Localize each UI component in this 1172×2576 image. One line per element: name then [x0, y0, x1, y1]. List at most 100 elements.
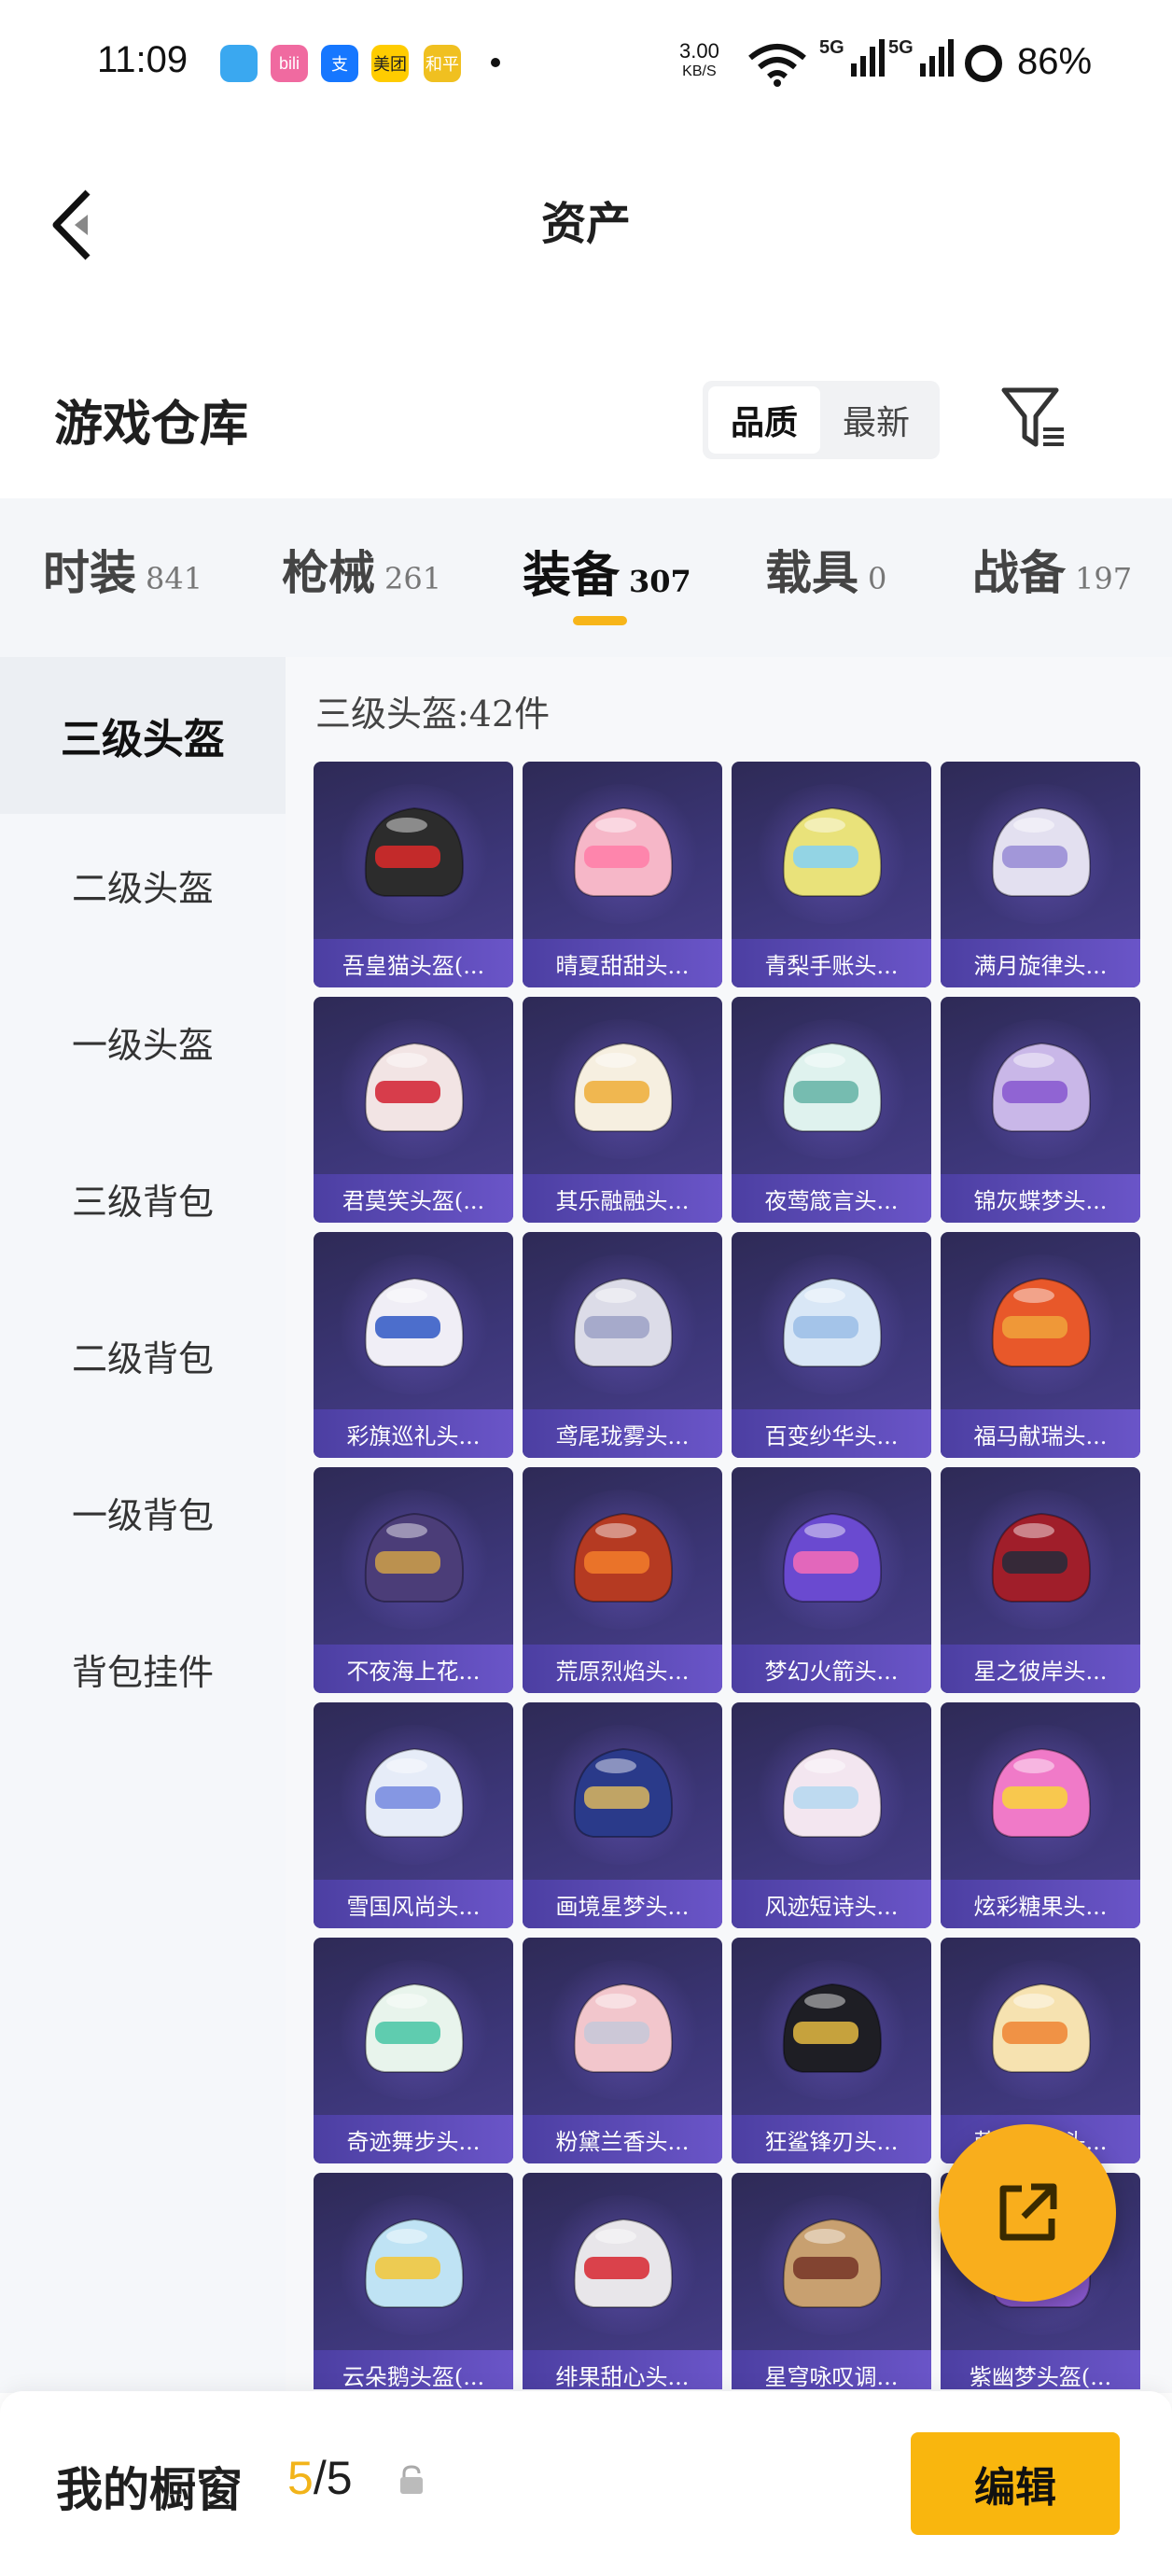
item-card[interactable]: 吾皇猫头盔(...: [314, 762, 513, 987]
showcase-count: 5/5: [287, 2451, 353, 2505]
item-card[interactable]: 鸢尾珑雾头...: [523, 1232, 722, 1458]
tab-count: 0: [868, 561, 887, 596]
helmet-icon: [573, 1042, 674, 1132]
item-card[interactable]: 风迹短诗头...: [732, 1702, 931, 1928]
item-card[interactable]: 星穹咏叹调...: [732, 2173, 931, 2389]
item-name: 画境星梦头...: [523, 1880, 722, 1928]
helmet-icon: [573, 2218, 674, 2308]
sidebar-item-0[interactable]: 三级头盔: [0, 657, 286, 814]
item-card[interactable]: 粉黛兰香头...: [523, 1938, 722, 2163]
showcase-current: 5: [287, 2452, 314, 2504]
sidebar-item-3[interactable]: 三级背包: [0, 1120, 286, 1277]
category-count: 三级头盔:42件: [315, 693, 551, 735]
item-name: 百变纱华头...: [732, 1409, 931, 1458]
edit-button[interactable]: 编辑: [911, 2432, 1120, 2535]
signal-5g-2: 5G: [888, 37, 956, 78]
helmet-icon: [782, 1042, 883, 1132]
item-name: 云朵鹅头盔(...: [314, 2350, 513, 2389]
item-card[interactable]: 云朵鹅头盔(...: [314, 2173, 513, 2389]
helmet-icon: [991, 1512, 1092, 1603]
helmet-icon: [991, 1982, 1092, 2073]
tab-count: 307: [629, 564, 691, 599]
sidebar-item-5[interactable]: 一级背包: [0, 1434, 286, 1590]
item-card[interactable]: 满月旋律头...: [941, 762, 1140, 987]
showcase-total: /5: [313, 2452, 353, 2504]
subcategory-sidebar: 三级头盔 二级头盔 一级头盔 三级背包 二级背包 一级背包 背包挂件: [0, 657, 286, 2393]
tab-3[interactable]: 载具 0: [765, 536, 886, 603]
tab-1[interactable]: 枪械 261: [282, 536, 441, 603]
tab-4[interactable]: 战备 197: [972, 536, 1132, 603]
item-name: 鸢尾珑雾头...: [523, 1409, 722, 1458]
item-card[interactable]: 彩旗巡礼头...: [314, 1232, 513, 1458]
sort-newest-button[interactable]: 最新: [820, 386, 932, 454]
item-card[interactable]: 福马献瑞头...: [941, 1232, 1140, 1458]
helmet-icon: [991, 806, 1092, 897]
helmet-icon: [782, 1277, 883, 1367]
sidebar-item-4[interactable]: 二级背包: [0, 1277, 286, 1434]
item-card[interactable]: 晴夏甜甜头...: [523, 762, 722, 987]
more-notifications-dot: [491, 58, 500, 67]
helmet-icon: [991, 1042, 1092, 1132]
tab-0[interactable]: 时装 841: [43, 536, 202, 603]
helmet-icon: [991, 1747, 1092, 1838]
helmet-icon: [782, 1747, 883, 1838]
item-card[interactable]: 画境星梦头...: [523, 1702, 722, 1928]
item-card[interactable]: 奇迹舞步头...: [314, 1938, 513, 2163]
item-name: 粉黛兰香头...: [523, 2115, 722, 2163]
sidebar-item-2[interactable]: 一级头盔: [0, 963, 286, 1120]
sort-toggle: 品质 最新: [703, 381, 940, 459]
helmet-icon: [364, 806, 465, 897]
item-card[interactable]: 锦灰蝶梦头...: [941, 997, 1140, 1223]
share-external-icon: [999, 2183, 1057, 2241]
item-name: 不夜海上花...: [314, 1645, 513, 1693]
item-card[interactable]: 雪国风尚头...: [314, 1702, 513, 1928]
item-name: 绯果甜心头...: [523, 2350, 722, 2389]
signal-5g-1-label: 5G: [819, 37, 844, 58]
item-card[interactable]: 梦幻火箭头...: [732, 1467, 931, 1693]
item-card[interactable]: 炫彩糖果头...: [941, 1702, 1140, 1928]
item-name: 锦灰蝶梦头...: [941, 1174, 1140, 1223]
helmet-icon: [573, 1747, 674, 1838]
item-name: 其乐融融头...: [523, 1174, 722, 1223]
helmet-icon: [364, 1747, 465, 1838]
tab-label: 载具: [765, 545, 858, 600]
item-name: 雪国风尚头...: [314, 1880, 513, 1928]
item-name: 风迹短诗头...: [732, 1880, 931, 1928]
item-card[interactable]: 不夜海上花...: [314, 1467, 513, 1693]
signal-bars-icon: [850, 39, 885, 77]
item-card[interactable]: 其乐融融头...: [523, 997, 722, 1223]
item-name: 奇迹舞步头...: [314, 2115, 513, 2163]
signal-bars-icon: [919, 39, 954, 77]
alipay-icon: 支: [321, 45, 358, 82]
network-speed-value: 3.00: [679, 39, 719, 63]
helmet-icon: [364, 1982, 465, 2073]
sidebar-item-6[interactable]: 背包挂件: [0, 1590, 286, 1747]
tab-2[interactable]: 装备 307: [523, 536, 691, 606]
tab-label: 装备: [523, 547, 621, 604]
item-name: 星穹咏叹调...: [732, 2350, 931, 2389]
item-name: 炫彩糖果头...: [941, 1880, 1140, 1928]
item-name: 梦幻火箭头...: [732, 1645, 931, 1693]
item-card[interactable]: 荒原烈焰头...: [523, 1467, 722, 1693]
showcase-label: 我的橱窗: [56, 2462, 243, 2517]
item-name: 福马献瑞头...: [941, 1409, 1140, 1458]
item-name: 彩旗巡礼头...: [314, 1409, 513, 1458]
bilibili-icon: bili: [271, 45, 308, 82]
helmet-icon: [782, 1512, 883, 1603]
section-title: 游戏仓库: [54, 396, 249, 453]
share-button[interactable]: [939, 2124, 1116, 2302]
item-card[interactable]: 星之彼岸头...: [941, 1467, 1140, 1693]
sidebar-item-1[interactable]: 二级头盔: [0, 806, 286, 963]
lock-icon: [400, 2465, 423, 2494]
helmet-icon: [573, 1982, 674, 2073]
item-card[interactable]: 君莫笑头盔(...: [314, 997, 513, 1223]
item-card[interactable]: 百变纱华头...: [732, 1232, 931, 1458]
sort-quality-button[interactable]: 品质: [708, 386, 820, 454]
filter-icon[interactable]: [998, 383, 1069, 454]
tab-label: 时装: [43, 545, 136, 600]
heping-jingying-icon: 和平: [424, 45, 461, 82]
item-card[interactable]: 狂鲨锋刃头...: [732, 1938, 931, 2163]
item-card[interactable]: 绯果甜心头...: [523, 2173, 722, 2389]
item-card[interactable]: 夜莺箴言头...: [732, 997, 931, 1223]
item-card[interactable]: 青梨手账头...: [732, 762, 931, 987]
